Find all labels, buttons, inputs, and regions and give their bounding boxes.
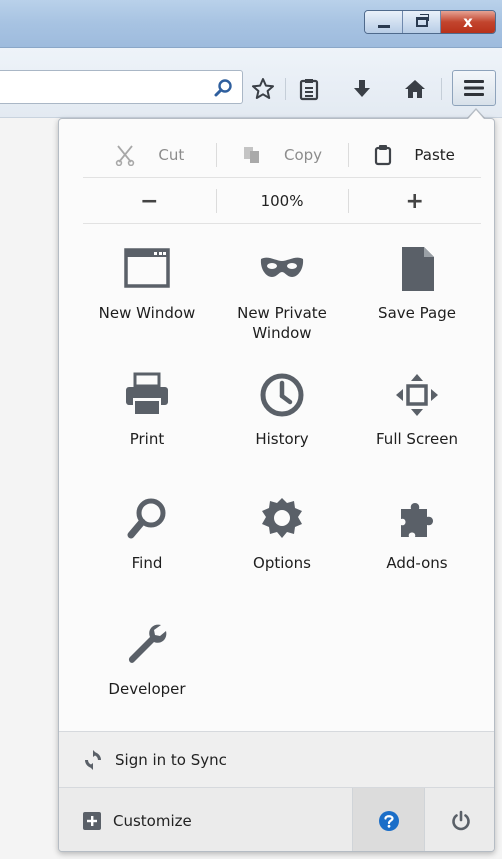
help-icon — [378, 810, 399, 831]
browser-window: x Cut Copy Paste − 100% + New Window New… — [0, 0, 502, 859]
sync-label: Sign in to Sync — [115, 750, 227, 769]
paste-label: Paste — [414, 146, 455, 164]
minimize-button[interactable] — [365, 11, 403, 33]
options-label: Options — [253, 554, 311, 572]
title-bar: x — [0, 0, 502, 48]
paste-button[interactable]: Paste — [348, 133, 481, 177]
copy-label: Copy — [283, 146, 323, 164]
panel-footer: Customize — [59, 788, 494, 851]
developer-wrench-icon — [128, 624, 167, 663]
save-page-icon — [402, 247, 434, 291]
navigation-toolbar — [0, 48, 502, 118]
toolbar-separator — [441, 78, 442, 100]
zoom-controls: − 100% + — [83, 179, 481, 223]
minimize-icon — [377, 24, 390, 28]
developer-label: Developer — [108, 680, 186, 698]
help-button[interactable] — [352, 788, 424, 851]
new-private-window-button[interactable]: New Private Window — [218, 245, 346, 343]
add-ons-button[interactable]: Add-ons — [353, 495, 481, 573]
open-menu-button[interactable] — [452, 70, 496, 106]
home-icon[interactable] — [402, 76, 428, 102]
find-label: Find — [131, 554, 163, 572]
options-gear-icon — [262, 498, 302, 538]
page-content-area — [0, 119, 58, 859]
copy-button[interactable]: Copy — [215, 133, 349, 177]
fullscreen-icon — [396, 374, 438, 416]
full-screen-label: Full Screen — [376, 430, 458, 448]
zoom-reset-button[interactable]: 100% — [215, 179, 349, 223]
new-window-button[interactable]: New Window — [83, 245, 211, 323]
add-ons-label: Add-ons — [386, 554, 448, 572]
customize-label: Customize — [113, 811, 192, 830]
options-button[interactable]: Options — [218, 495, 346, 573]
edit-controls: Cut Copy Paste — [83, 133, 481, 177]
cut-label: Cut — [158, 146, 185, 164]
private-mask-icon — [260, 257, 304, 277]
print-label: Print — [129, 430, 165, 448]
save-page-button[interactable]: Save Page — [353, 245, 481, 323]
minus-icon: − — [140, 188, 159, 214]
find-button[interactable]: Find — [83, 495, 211, 573]
history-clock-icon — [260, 373, 304, 417]
restore-icon — [415, 14, 429, 27]
zoom-in-button[interactable]: + — [348, 179, 481, 223]
new-private-window-label: New Private Window — [237, 304, 327, 342]
addons-puzzle-icon — [401, 503, 433, 537]
main-menu-panel: Cut Copy Paste − 100% + New Window New P… — [58, 118, 495, 852]
search-bar[interactable] — [0, 70, 243, 104]
find-magnifier-icon — [127, 498, 166, 539]
panel-arrow-fill — [468, 110, 484, 119]
cut-button[interactable]: Cut — [83, 133, 216, 177]
history-label: History — [255, 430, 309, 448]
search-icon[interactable] — [212, 77, 234, 99]
clipboard-icon — [374, 144, 392, 166]
bookmark-star-icon[interactable] — [250, 76, 276, 102]
copy-icon — [242, 145, 262, 165]
save-page-label: Save Page — [378, 304, 456, 322]
toolbar-separator — [285, 78, 286, 100]
download-icon[interactable] — [349, 76, 375, 102]
divider — [83, 177, 481, 178]
quit-button[interactable] — [424, 788, 494, 851]
customize-button[interactable]: Customize — [59, 788, 352, 851]
maximize-button[interactable] — [403, 11, 441, 33]
plus-icon: + — [405, 188, 424, 214]
url-input[interactable] — [0, 71, 200, 103]
new-window-icon — [124, 248, 170, 288]
sign-in-to-sync-button[interactable]: Sign in to Sync — [59, 732, 494, 787]
developer-button[interactable]: Developer — [83, 621, 211, 699]
print-button[interactable]: Print — [83, 371, 211, 449]
close-icon: x — [463, 12, 473, 31]
sync-icon — [83, 749, 103, 770]
hamburger-menu-icon — [464, 80, 484, 96]
reading-list-icon[interactable] — [296, 76, 322, 102]
scissors-icon — [114, 144, 136, 166]
zoom-level: 100% — [260, 192, 304, 210]
power-icon — [451, 810, 470, 830]
full-screen-button[interactable]: Full Screen — [353, 371, 481, 449]
close-button[interactable]: x — [441, 11, 495, 33]
customize-plus-icon — [83, 811, 101, 830]
new-window-label: New Window — [98, 304, 196, 322]
history-button[interactable]: History — [218, 371, 346, 449]
printer-icon — [126, 372, 168, 416]
window-controls: x — [364, 10, 496, 34]
divider — [83, 223, 481, 224]
zoom-out-button[interactable]: − — [83, 179, 216, 223]
